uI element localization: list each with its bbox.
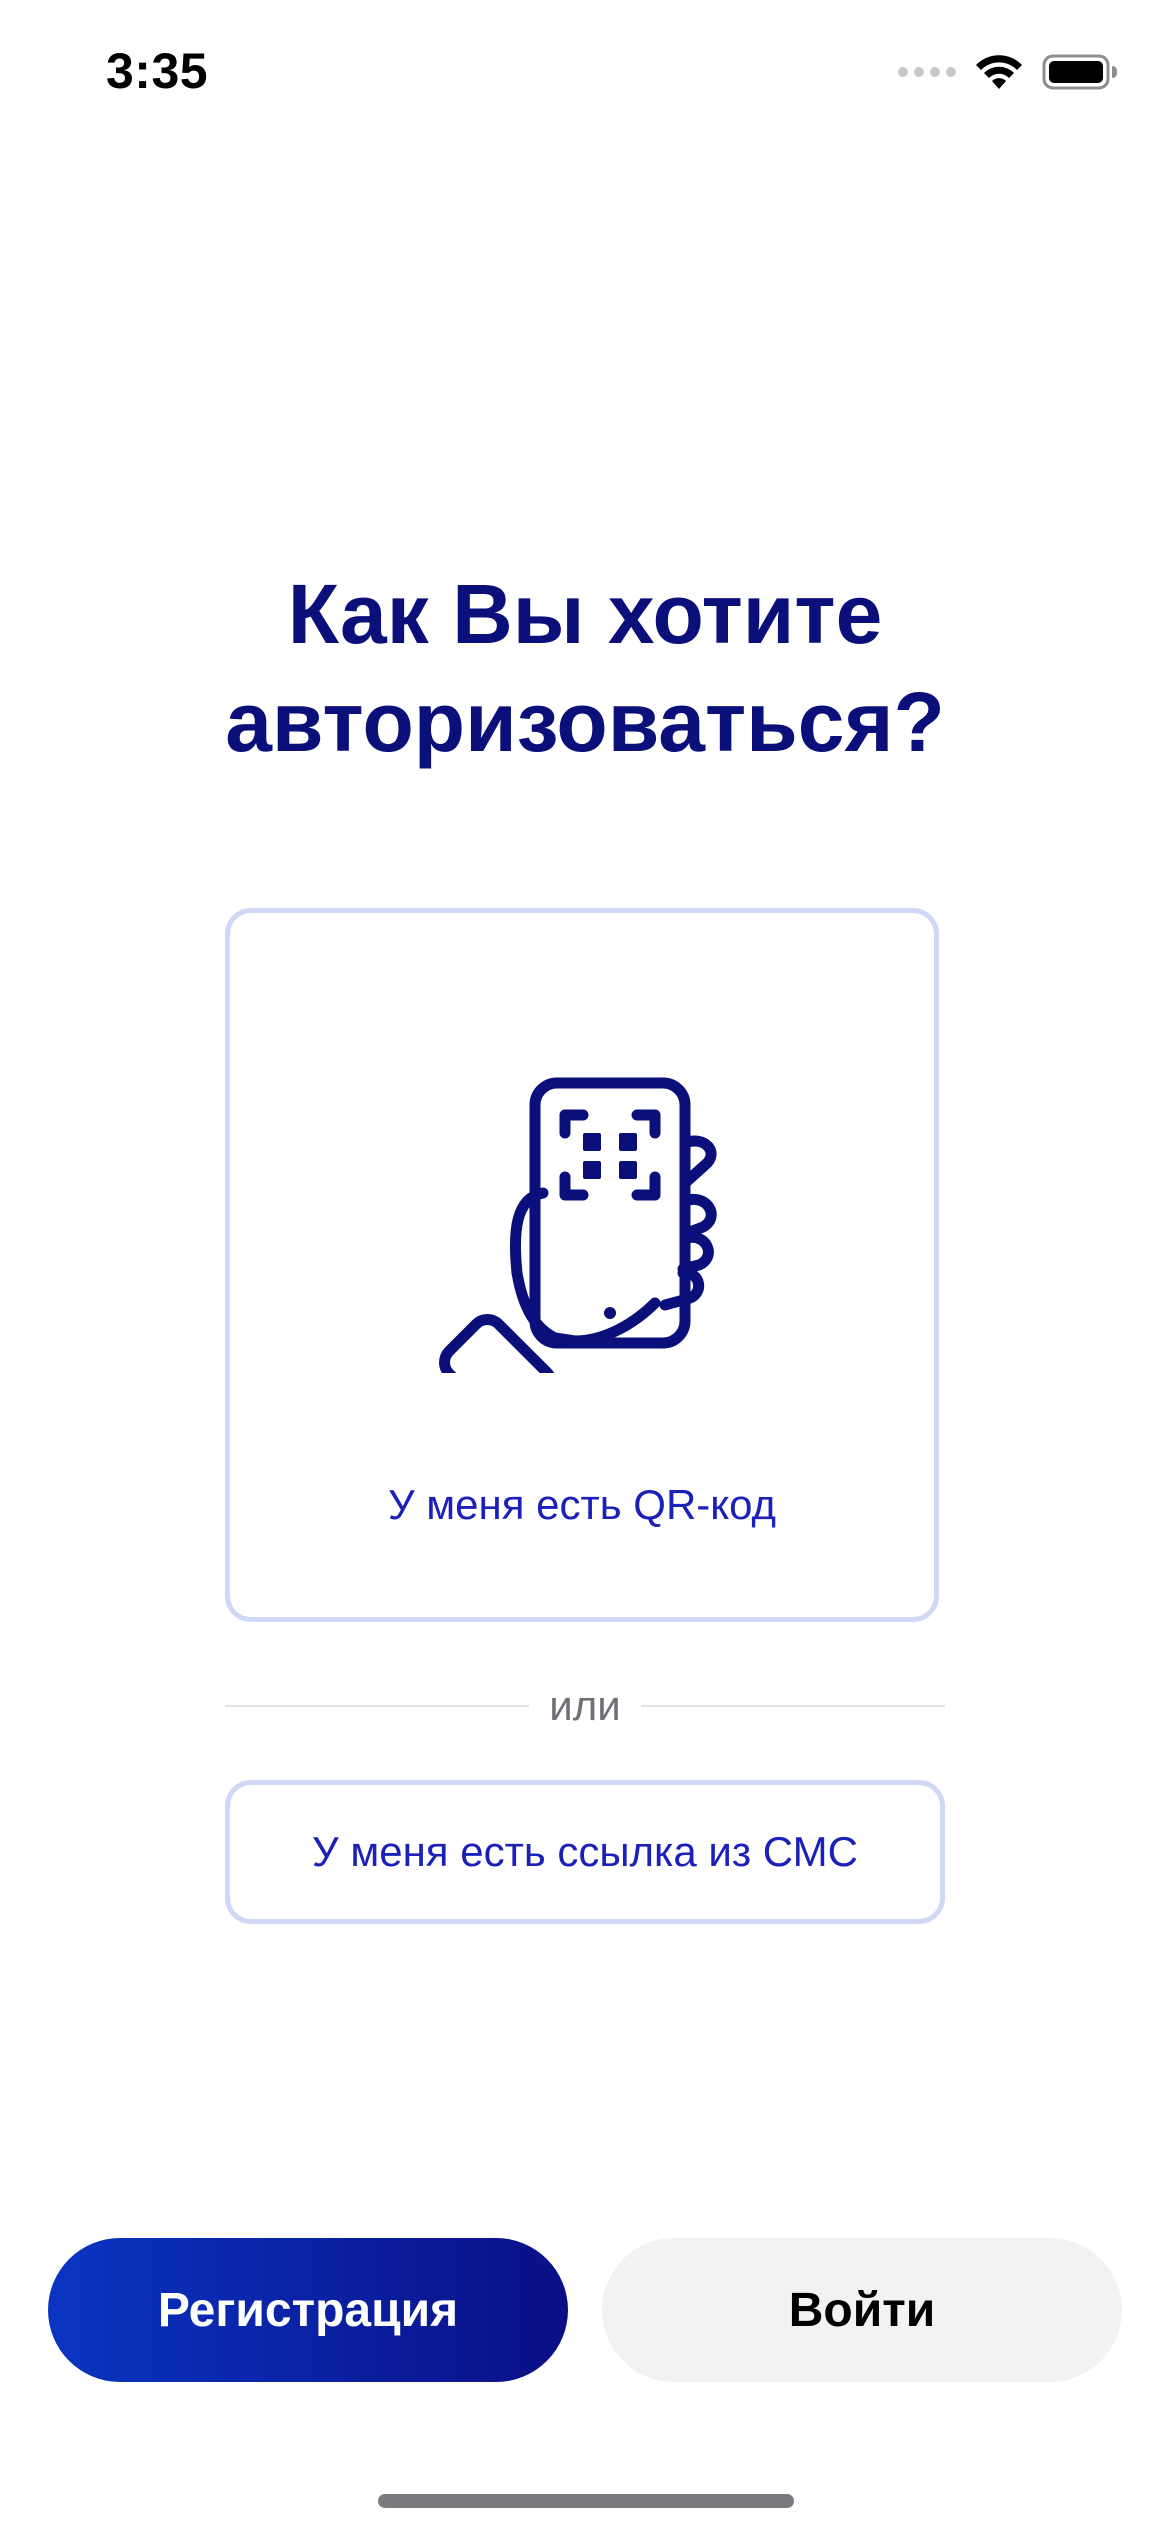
divider-line-right [640,1705,945,1707]
qr-option-label: У меня есть QR-код [387,1481,777,1528]
battery-icon [1042,54,1117,90]
auth-choice-screen: 3:35 Как Вы хотите авторизоваться? У мен… [0,0,1170,2532]
qr-code-option-card[interactable]: У меня есть QR-код [225,908,939,1622]
or-divider: или [225,1676,945,1736]
status-time: 3:35 [106,43,209,99]
sms-link-option-button[interactable]: У меня есть ссылка из СМС [225,1780,945,1924]
page-title: Как Вы хотите авторизоваться? [225,567,945,769]
home-indicator[interactable] [378,2494,794,2508]
login-button[interactable]: Войти [602,2238,1122,2382]
hand-phone-qr-icon [439,1077,717,1373]
divider-line-left [225,1705,530,1707]
wifi-icon [976,55,1022,89]
divider-text: или [549,1682,621,1729]
register-button[interactable]: Регистрация [48,2238,568,2382]
status-icons [898,50,1118,94]
signal-dots-icon [898,67,956,77]
